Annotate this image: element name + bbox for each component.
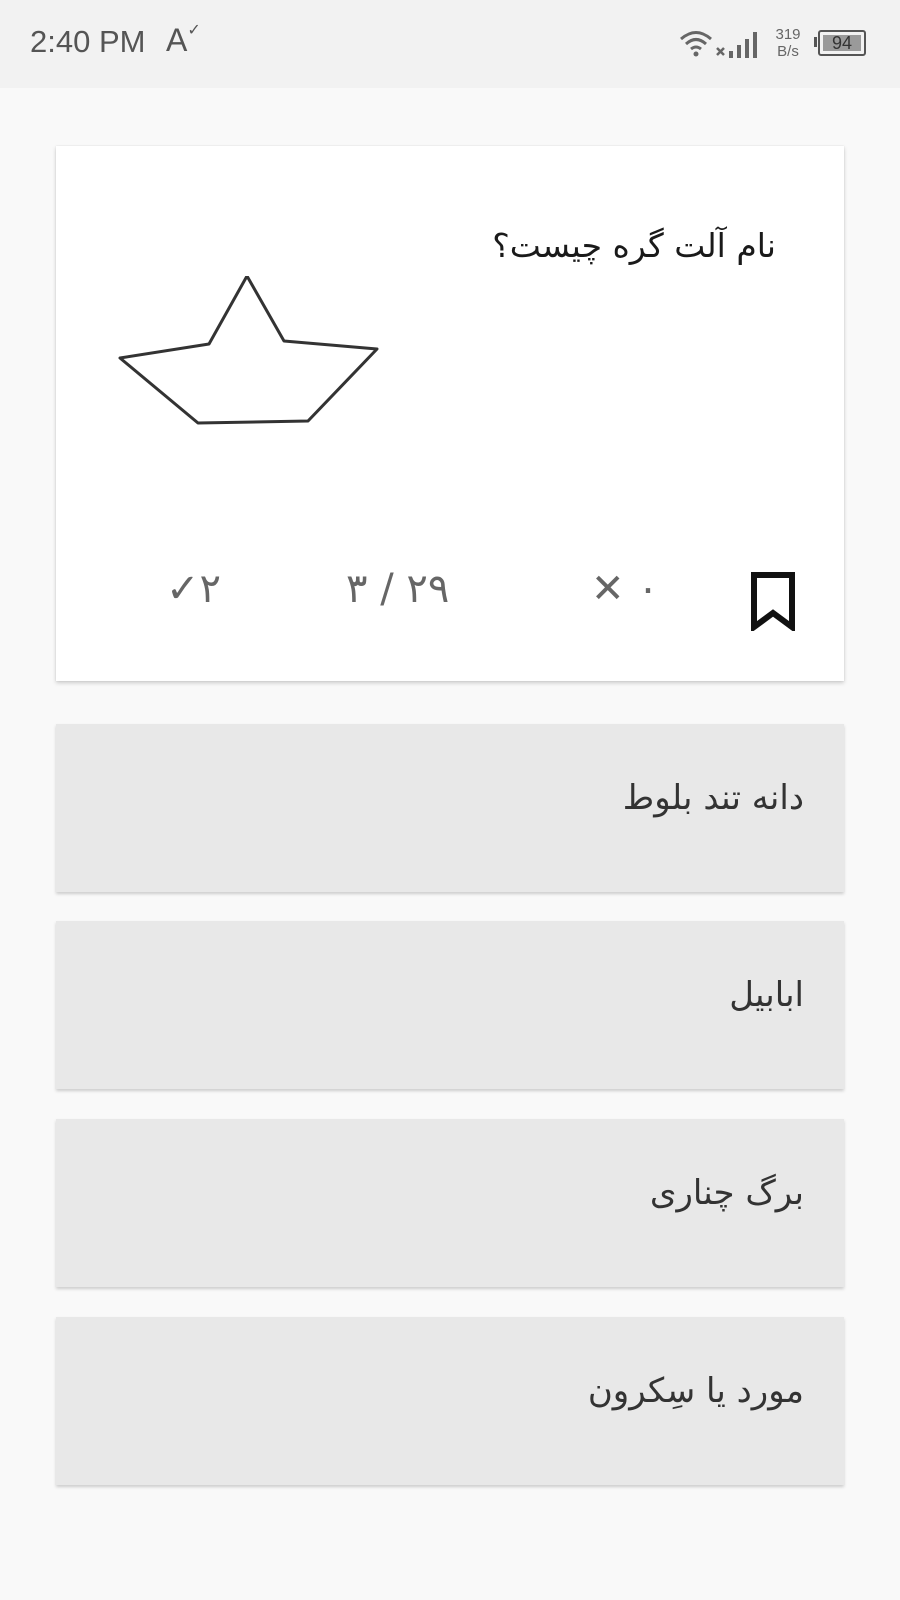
answer-option-3[interactable]: برگ چناری: [56, 1119, 844, 1287]
status-bar: 2:40 PM A✓ 319 B/s 94: [0, 0, 900, 88]
question-card: نام آلت گره چیست؟ ✓۲ ۳ / ۲۹ ✕ ۰: [56, 146, 844, 681]
answer-option-label: دانه تند بلوط: [622, 778, 804, 818]
network-speed-value: 319: [775, 26, 801, 43]
question-text: نام آلت گره چیست؟: [492, 226, 776, 265]
answer-option-label: مورد یا سِکرون: [587, 1371, 804, 1411]
network-speed-unit: B/s: [777, 43, 799, 60]
status-time: 2:40 PM: [30, 24, 146, 59]
accessibility-check: ✓: [187, 22, 201, 40]
answer-option-label: ابابیل: [729, 975, 804, 1015]
accessibility-glyph: A: [166, 22, 188, 58]
battery-level: 94: [831, 33, 853, 53]
correct-count: ✓۲: [166, 566, 221, 612]
answer-option-1[interactable]: دانه تند بلوط: [56, 724, 844, 892]
answer-option-2[interactable]: ابابیل: [56, 921, 844, 1089]
bookmark-icon[interactable]: [748, 571, 798, 631]
battery-icon: 94: [814, 30, 866, 56]
stats-row: ✓۲ ۳ / ۲۹ ✕ ۰: [56, 566, 844, 646]
wrong-count: ✕ ۰: [591, 566, 659, 612]
battery-body: 94: [818, 30, 866, 56]
battery-nub: [814, 37, 817, 47]
accessibility-indicator-icon: A✓: [166, 22, 201, 59]
answer-option-label: برگ چناری: [649, 1173, 804, 1213]
question-progress: ۳ / ۲۹: [346, 566, 450, 612]
wifi-icon: [680, 31, 712, 57]
network-speed: 319 B/s: [772, 26, 804, 60]
knot-outline-image: [118, 276, 379, 425]
answer-option-4[interactable]: مورد یا سِکرون: [56, 1317, 844, 1485]
cellular-signal-icon: [716, 32, 757, 58]
